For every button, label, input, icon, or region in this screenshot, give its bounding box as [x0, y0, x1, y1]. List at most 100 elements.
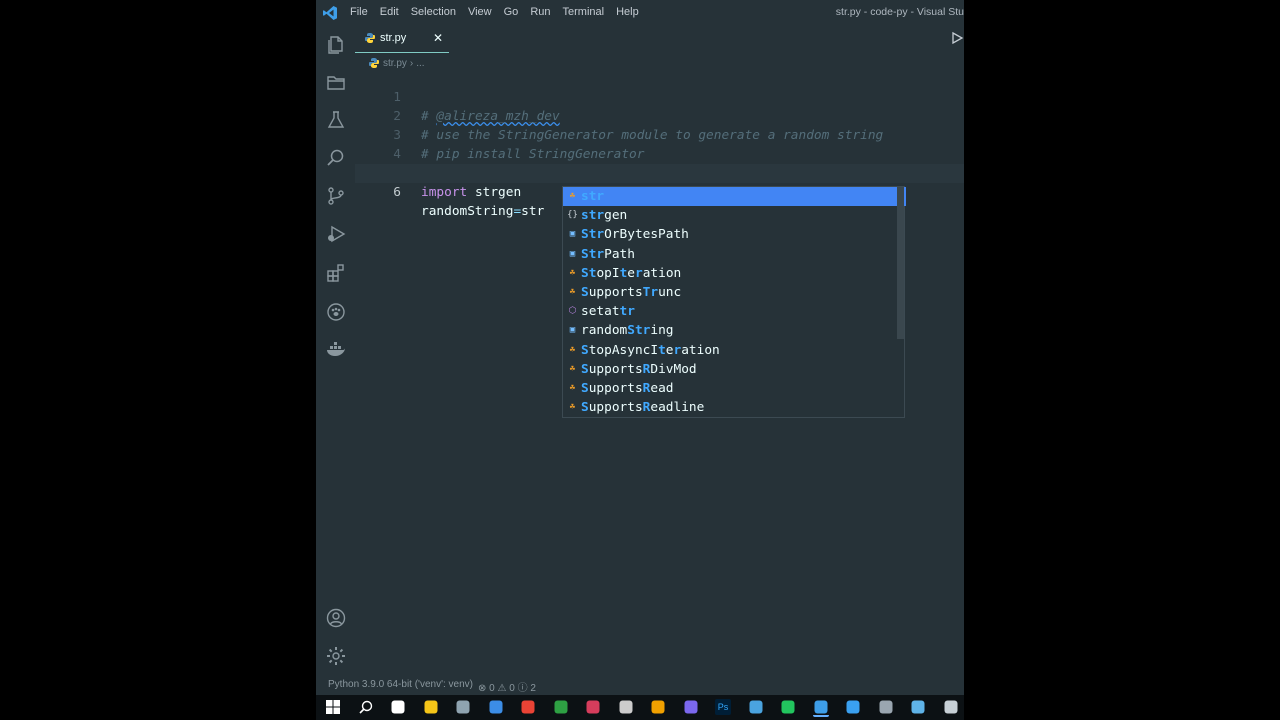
app-icon[interactable]	[455, 699, 471, 715]
suggestion-label: SupportsReadline	[581, 400, 705, 416]
menu-selection[interactable]: Selection	[411, 0, 462, 25]
breadcrumb-separator: ›	[409, 57, 414, 69]
variable-symbol-icon: ▣	[569, 325, 576, 336]
class-symbol-icon: ☘	[569, 287, 576, 297]
python-interpreter[interactable]: Python 3.9.0 64-bit ('venv': venv)	[328, 679, 473, 690]
menu-help[interactable]: Help	[616, 0, 645, 25]
settings-gear-icon[interactable]	[325, 645, 347, 667]
variable-symbol-icon: ▣	[569, 248, 576, 259]
docker-icon[interactable]	[325, 339, 347, 361]
code-line: 3 # pip install StringGenerator	[355, 107, 964, 162]
tab-bar: str.py ✕	[355, 25, 964, 53]
app-icon[interactable]	[780, 699, 796, 715]
terminal-icon[interactable]	[618, 699, 634, 715]
warning-count: 0	[509, 683, 515, 694]
vscode-logo-icon	[323, 6, 337, 20]
menu-view[interactable]: View	[468, 0, 498, 25]
menu-edit[interactable]: Edit	[380, 0, 405, 25]
vscode-icon[interactable]	[812, 699, 829, 717]
git-icon[interactable]	[650, 699, 666, 715]
chrome-icon[interactable]	[520, 699, 536, 715]
app-icon[interactable]	[585, 699, 601, 715]
photoshop-icon[interactable]: Ps	[715, 699, 731, 715]
suggestion-item[interactable]: ▣ StrPath	[563, 245, 906, 264]
suggestion-item[interactable]: ☘ SupportsRDivMod	[563, 360, 906, 379]
menu-terminal[interactable]: Terminal	[563, 0, 611, 25]
search-icon[interactable]	[325, 147, 347, 169]
explorer-icon[interactable]	[325, 34, 347, 56]
suggestion-item[interactable]: {} strgen	[563, 206, 906, 225]
code-line: 5 import strgen	[355, 145, 964, 200]
class-symbol-icon: ☘	[569, 344, 576, 355]
identifier: randomString	[421, 204, 514, 219]
suggestion-item[interactable]: ☘ StopAsyncIteration	[563, 341, 906, 360]
suggestion-label: setattr	[581, 304, 635, 320]
suggestion-item[interactable]: ☘ SupportsTrunc	[563, 283, 906, 302]
extensions-icon[interactable]	[325, 262, 347, 284]
suggestion-label: SupportsTrunc	[581, 285, 682, 300]
testing-icon[interactable]	[325, 109, 347, 131]
menu-go[interactable]: Go	[504, 0, 525, 25]
task-view-icon[interactable]	[390, 699, 406, 715]
code-line: 4	[355, 126, 964, 162]
breadcrumb: str.py › ...	[369, 56, 425, 70]
calculator-icon[interactable]	[878, 699, 894, 715]
info-count: 2	[530, 683, 536, 694]
search-icon[interactable]	[358, 699, 374, 715]
app-icon[interactable]	[683, 699, 699, 715]
windows-taskbar: Ps	[316, 695, 964, 720]
suggestion-item[interactable]: ☘ SupportsReadline	[563, 398, 906, 417]
suggestion-item[interactable]: ☘ SupportsRead	[563, 379, 906, 398]
method-symbol-icon: ⬡	[568, 306, 577, 317]
run-debug-icon[interactable]	[325, 223, 347, 245]
account-icon[interactable]	[325, 607, 347, 629]
app-icon[interactable]	[748, 699, 764, 715]
suggestion-item[interactable]: ☘ StopIteration	[563, 264, 906, 283]
suggestion-item[interactable]: ▣ StrOrBytesPath	[563, 225, 906, 244]
menu-file[interactable]: File	[350, 0, 374, 25]
app-icon[interactable]	[910, 699, 926, 715]
steam-icon[interactable]	[943, 699, 959, 715]
windows-start-icon[interactable]	[325, 699, 341, 715]
class-symbol-icon: ☘	[569, 383, 576, 393]
suggestion-item[interactable]: ▣ randomString	[563, 321, 906, 340]
identifier: strgen	[467, 185, 522, 200]
suggestion-label: StrPath	[581, 246, 635, 262]
suggestion-item[interactable]: ⬡ setattr	[563, 302, 906, 321]
line-number: 6	[393, 185, 401, 200]
close-icon[interactable]: ✕	[433, 31, 443, 45]
suggestion-label: StrOrBytesPath	[581, 227, 689, 243]
suggest-widget: ☘ str{} strgen ▣ StrOrBytesPath ▣ StrPath ☘ Stop…	[562, 186, 906, 418]
tab-str-py[interactable]: str.py ✕	[355, 25, 449, 53]
suggestion-label: SupportsRead	[581, 381, 674, 396]
status-bar: Python 3.9.0 64-bit ('venv': venv) ⊗ 0 ⚠…	[316, 675, 964, 695]
suggestion-label: str	[581, 189, 605, 204]
error-icon: ⊗	[478, 683, 487, 694]
error-count: 0	[489, 683, 495, 694]
class-symbol-icon: ☘	[569, 267, 576, 278]
file-explorer-icon[interactable]	[423, 699, 439, 715]
folders-icon[interactable]	[325, 71, 347, 93]
problems-indicator[interactable]: ⊗ 0 ⚠ 0 ⓘ 2	[478, 679, 536, 694]
code-text: import strgen	[421, 183, 521, 202]
app-icon[interactable]	[553, 699, 569, 715]
suggestion-item-selected[interactable]: ☘ str	[563, 187, 906, 206]
breadcrumb-symbol[interactable]: ...	[416, 58, 424, 69]
app-icon[interactable]	[488, 699, 504, 715]
menu-run[interactable]: Run	[530, 0, 556, 25]
paw-icon[interactable]	[325, 301, 347, 323]
source-control-icon[interactable]	[325, 185, 347, 207]
vscode-window: File Edit Selection View Go Run Terminal Help s…	[316, 0, 964, 720]
class-symbol-icon: ☘	[569, 402, 576, 413]
suggestion-label: strgen	[581, 208, 628, 224]
breadcrumb-file[interactable]: str.py	[383, 58, 407, 69]
info-icon: ⓘ	[517, 683, 528, 694]
identifier: str	[521, 204, 545, 219]
suggestion-label: SupportsRDivMod	[581, 361, 697, 377]
suggest-scrollbar[interactable]	[897, 187, 904, 339]
menu-bar: File Edit Selection View Go Run Terminal Help	[350, 0, 651, 25]
app-icon[interactable]	[845, 699, 861, 715]
operator: =	[513, 204, 522, 219]
run-file-icon[interactable]	[950, 31, 964, 45]
suggestion-label: randomString	[581, 323, 674, 339]
